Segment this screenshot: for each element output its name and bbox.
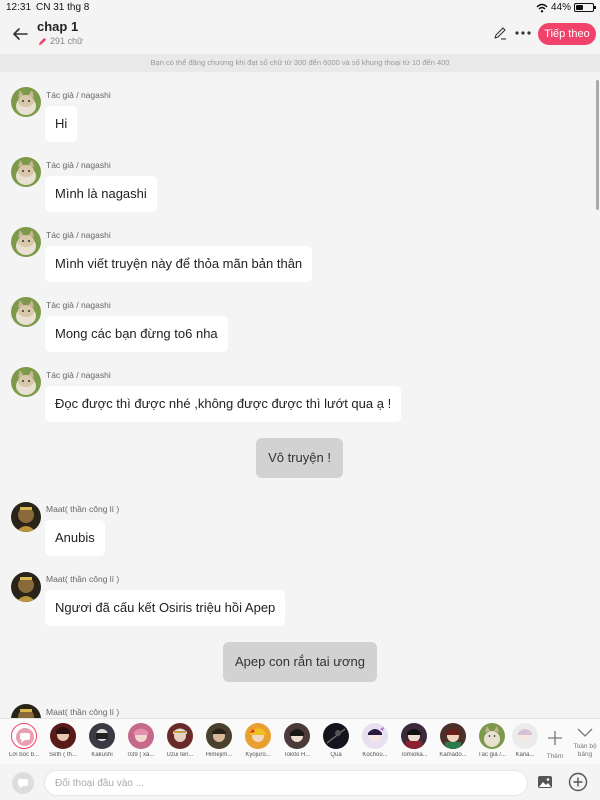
author-name: Maat( thần công lí ): [46, 707, 120, 717]
chapter-title[interactable]: chap 1: [37, 19, 78, 34]
character-name: Uzui ten...: [166, 752, 194, 758]
message-bubble[interactable]: Anubis: [45, 520, 105, 556]
character-item[interactable]: Qua: [317, 723, 355, 758]
character-item[interactable]: Kochou...: [356, 723, 394, 758]
more-options-icon[interactable]: [514, 24, 532, 42]
character-name: Tác giả /...: [477, 752, 506, 758]
character-name: Himejim...: [205, 752, 233, 758]
character-item[interactable]: Kana...: [510, 723, 540, 758]
narration-bubble[interactable]: Vô truyện !: [256, 438, 343, 478]
battery-level: [576, 5, 583, 10]
author-avatar[interactable]: [11, 502, 41, 532]
character-item[interactable]: Kakushi: [83, 723, 121, 758]
message-bubble[interactable]: Mong các bạn đừng to6 nha: [45, 316, 228, 352]
message-bubble[interactable]: Hi: [45, 106, 78, 142]
character-avatar: [512, 723, 538, 749]
character-name: Kochou...: [362, 752, 388, 758]
add-character-button[interactable]: Thêm: [542, 725, 568, 761]
author-name: Tác giả / nagashi: [46, 370, 111, 380]
narration-bubble[interactable]: Apep con rắn tai ương: [223, 642, 377, 682]
character-avatar: [284, 723, 310, 749]
author-name: Tác giả / nagashi: [46, 160, 111, 170]
character-name: Kamado...: [439, 752, 467, 758]
character-item[interactable]: Himejim...: [200, 723, 238, 758]
author-avatar[interactable]: [11, 157, 41, 187]
word-count: 291 chữ: [38, 36, 83, 46]
character-avatar: [89, 723, 115, 749]
character-name: Qua: [330, 752, 342, 758]
message-bubble[interactable]: Mình viết truyện này để thỏa mãn bản thâ…: [45, 246, 313, 282]
status-time: 12:31: [6, 2, 32, 13]
character-avatar: [440, 723, 466, 749]
character-avatar: [245, 723, 271, 749]
message-bubble[interactable]: Đọc được thì được nhé ,không được được t…: [45, 386, 402, 422]
author-avatar[interactable]: [11, 367, 41, 397]
status-bar: 12:31 CN 31 thg 8 44%: [0, 0, 600, 16]
input-bar: [0, 764, 600, 800]
character-item[interactable]: Kamado...: [434, 723, 472, 758]
character-item[interactable]: 039 ( xá...: [122, 723, 160, 758]
add-label: Thêm: [546, 753, 564, 760]
author-avatar[interactable]: [11, 572, 41, 602]
battery-percent: 44%: [550, 2, 571, 13]
character-item[interactable]: Kyojuro...: [239, 723, 277, 758]
character-name: 039 ( xá...: [127, 752, 155, 758]
character-avatar: [128, 723, 154, 749]
chevron-down-icon: [577, 728, 593, 737]
author-name: Tác giả / nagashi: [46, 230, 111, 240]
character-name: Kyojuro...: [245, 752, 271, 758]
character-item[interactable]: Tokito H...: [278, 723, 316, 758]
author-avatar[interactable]: [11, 227, 41, 257]
author-name: Tác giả / nagashi: [46, 90, 111, 100]
character-avatar: [401, 723, 427, 749]
character-name: Kana...: [515, 752, 535, 758]
character-name: Kakushi: [91, 752, 113, 758]
character-name: Tomioka...: [400, 752, 428, 758]
character-item[interactable]: Tomioka...: [395, 723, 433, 758]
back-arrow-icon[interactable]: [10, 24, 30, 44]
character-name: Lời bốc b...: [9, 752, 39, 758]
battery-icon: [574, 3, 596, 12]
status-date: CN 31 thg 8: [36, 2, 90, 13]
dialogue-input[interactable]: [44, 770, 528, 796]
character-item[interactable]: Tác giả /...: [473, 723, 511, 758]
character-name: Seth ( th...: [49, 752, 77, 758]
chat-area[interactable]: Tác giả / nagashi Hi Tác giả / nagashi M…: [0, 72, 600, 718]
character-bar: Lời bốc b... Seth ( th... Kakushi 039 ( …: [0, 718, 600, 764]
character-item[interactable]: Seth ( th...: [44, 723, 82, 758]
message-bubble[interactable]: Ngươi đã cấu kết Osiris triệu hồi Apep: [45, 590, 286, 626]
message-bubble[interactable]: Mình là nagashi: [45, 176, 157, 212]
chapter-header: chap 1 291 chữ Tiếp theo: [0, 16, 600, 52]
wifi-icon: [536, 3, 548, 12]
author-avatar[interactable]: [11, 87, 41, 117]
character-avatar: [206, 723, 232, 749]
author-name: Maat( thần công lí ): [46, 574, 120, 584]
narrator-avatar: [11, 723, 37, 749]
character-avatar: [167, 723, 193, 749]
collapse-label: Toàn bộ bảng: [573, 743, 597, 758]
character-name: Tokito H...: [283, 752, 311, 758]
pen-icon: [38, 37, 47, 45]
character-item[interactable]: Uzui ten...: [161, 723, 199, 758]
author-name: Tác giả / nagashi: [46, 300, 111, 310]
edit-icon[interactable]: [493, 26, 507, 40]
image-icon[interactable]: [537, 774, 553, 790]
author-name: Maat( thần công lí ): [46, 504, 120, 514]
collapse-bar-button[interactable]: Toàn bộ bảng: [572, 725, 598, 759]
plus-icon: [548, 731, 562, 745]
character-avatar: [50, 723, 76, 749]
character-avatar: [323, 723, 349, 749]
author-avatar[interactable]: [11, 297, 41, 327]
chat-scrollbar[interactable]: [596, 80, 599, 210]
character-avatar: [362, 723, 388, 749]
chat-bubble-icon[interactable]: [12, 772, 34, 794]
next-chapter-button[interactable]: Tiếp theo: [538, 23, 596, 45]
character-narrator[interactable]: Lời bốc b...: [5, 723, 43, 758]
word-limit-notice: Bạn có thể đăng chương khi đạt số chữ từ…: [0, 54, 600, 72]
character-avatar: [479, 723, 505, 749]
plus-circle-icon[interactable]: [568, 772, 588, 792]
word-count-text: 291 chữ: [50, 36, 84, 46]
author-avatar[interactable]: [11, 704, 41, 718]
